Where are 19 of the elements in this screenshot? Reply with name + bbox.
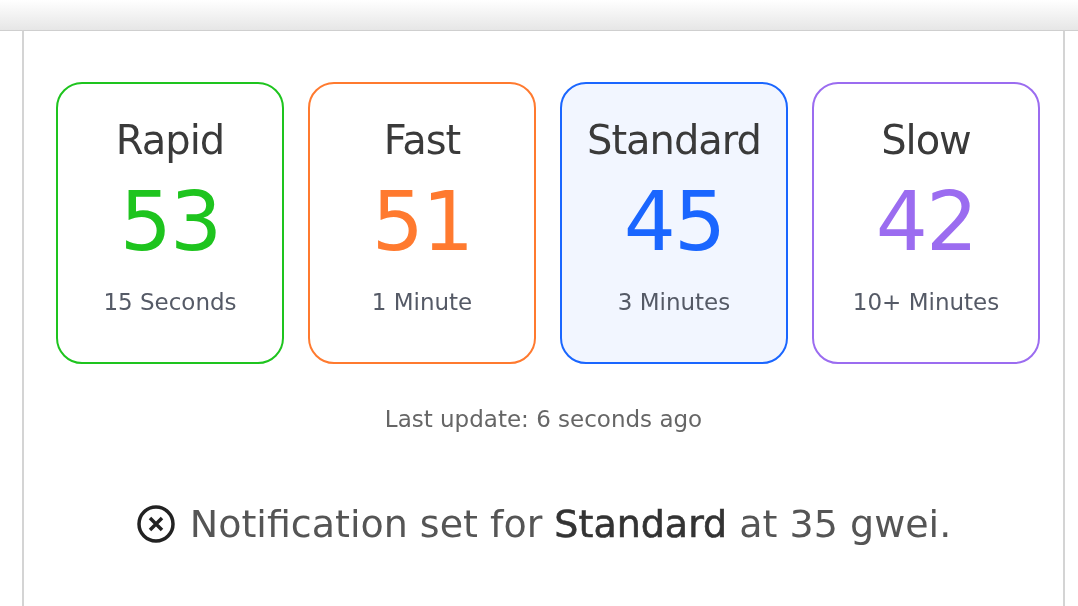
speed-card[interactable]: Standard 45 3 Minutes bbox=[560, 82, 788, 364]
speed-label: Slow bbox=[881, 116, 971, 165]
speed-label: Standard bbox=[587, 116, 761, 165]
wait-time: 15 Seconds bbox=[103, 288, 237, 317]
wait-time: 1 Minute bbox=[371, 288, 473, 317]
speed-card[interactable]: Fast 51 1 Minute bbox=[308, 82, 536, 364]
wait-time: 3 Minutes bbox=[617, 288, 731, 317]
speed-label: Fast bbox=[383, 116, 461, 165]
speed-label: Rapid bbox=[115, 116, 225, 165]
close-icon[interactable] bbox=[135, 504, 176, 544]
last-update: Last update: 6 seconds ago bbox=[384, 406, 703, 432]
speed-card[interactable]: Slow 42 10+ Minutes bbox=[812, 82, 1040, 364]
speed-card[interactable]: Rapid 53 15 Seconds bbox=[56, 82, 284, 364]
gas-price: 45 bbox=[623, 173, 725, 271]
notification-message: Notification set for Standard at 35 gwei. bbox=[189, 502, 952, 546]
gas-price: 53 bbox=[119, 173, 221, 271]
gas-price: 51 bbox=[371, 173, 473, 271]
wait-time: 10+ Minutes bbox=[852, 288, 1000, 317]
gas-price: 42 bbox=[875, 173, 977, 271]
